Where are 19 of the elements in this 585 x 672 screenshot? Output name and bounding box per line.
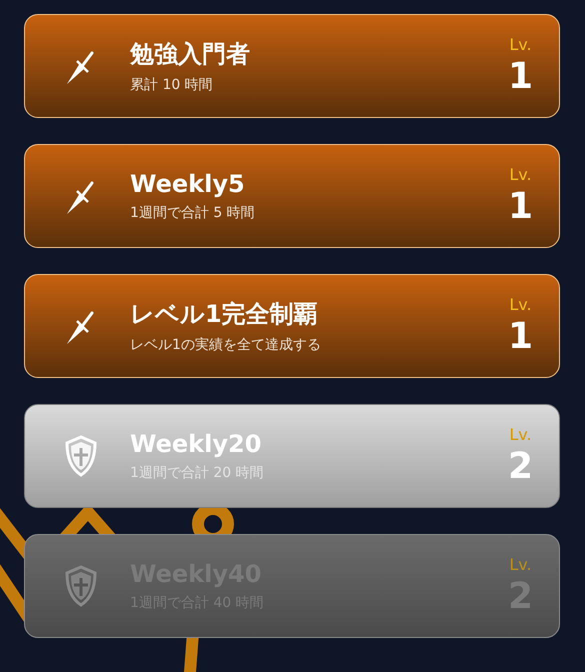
achievement-title: レベル1完全制覇 (130, 299, 319, 330)
achievement-card[interactable]: 勉強入門者 累計 10 時間 Lv. 1 (24, 14, 560, 118)
level-label: Lv. (509, 165, 532, 184)
level-number: 1 (508, 316, 533, 357)
achievement-description: レベル1の実績を全て達成する (130, 336, 322, 354)
achievement-title: Weekly20 (130, 430, 262, 458)
level-label: Lv. (509, 35, 532, 54)
level-number: 1 (508, 186, 533, 227)
achievement-title: 勉強入門者 (130, 39, 251, 70)
achievement-card[interactable]: Weekly5 1週間で合計 5 時間 Lv. 1 (24, 144, 560, 248)
achievement-description: 累計 10 時間 (130, 76, 214, 94)
level-number: 2 (508, 446, 533, 487)
level-label: Lv. (509, 295, 532, 314)
achievement-description: 1週間で合計 5 時間 (130, 204, 256, 222)
level-label: Lv. (509, 555, 532, 574)
level-number: 1 (508, 56, 533, 97)
level-label: Lv. (509, 425, 532, 444)
achievement-title: Weekly5 (130, 170, 246, 198)
achievement-card[interactable]: レベル1完全制覇 レベル1の実績を全て達成する Lv. 1 (24, 274, 560, 378)
